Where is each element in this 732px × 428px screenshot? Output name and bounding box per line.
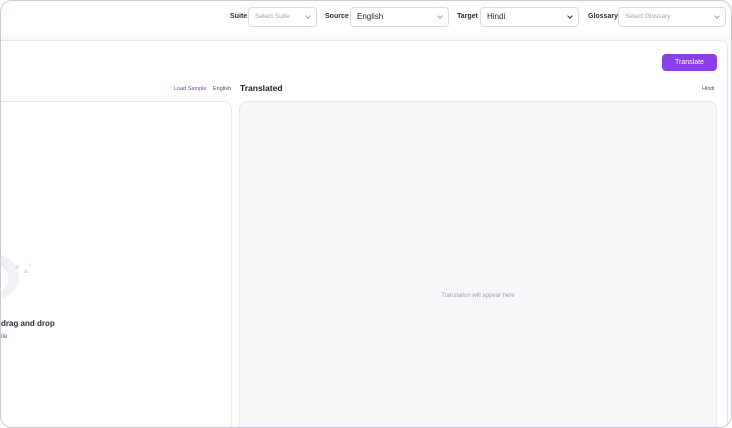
source-select-value: English	[357, 12, 384, 21]
upload-instruction: drag and drop	[1, 319, 55, 328]
chevron-down-icon	[567, 13, 573, 19]
translate-button[interactable]: Translate	[662, 54, 717, 71]
glossary-label: Glossary	[588, 13, 618, 20]
load-sample-link[interactable]: Load Sample	[174, 85, 206, 93]
chevron-down-icon	[714, 13, 720, 19]
target-select[interactable]: Hindi	[480, 7, 579, 27]
upload-icon	[1, 255, 31, 299]
glossary-select-value: Select Glossary	[625, 13, 671, 20]
suite-label: Suite	[230, 13, 248, 20]
upload-subtext: ile	[1, 333, 8, 340]
target-language-label: Hindi	[702, 86, 715, 92]
translated-heading: Translated	[240, 83, 283, 93]
source-input-pane[interactable]	[1, 101, 232, 427]
app-window: Suite Select Suite Source English Target…	[0, 0, 732, 428]
glossary-select[interactable]: Select Glossary	[618, 7, 726, 27]
chevron-down-icon	[437, 13, 443, 19]
source-label: Source	[325, 13, 349, 20]
chevron-down-icon	[305, 13, 311, 19]
translation-output-pane	[239, 101, 717, 427]
suite-select[interactable]: Select Suite	[248, 7, 317, 27]
target-label: Target	[457, 13, 478, 20]
suite-select-value: Select Suite	[255, 13, 290, 20]
source-select[interactable]: English	[350, 7, 449, 27]
source-language-label: English	[213, 86, 232, 92]
top-toolbar: Suite Select Suite Source English Target…	[1, 1, 731, 35]
translation-placeholder: Translation will appear here	[441, 293, 515, 299]
target-select-value: Hindi	[487, 12, 506, 21]
